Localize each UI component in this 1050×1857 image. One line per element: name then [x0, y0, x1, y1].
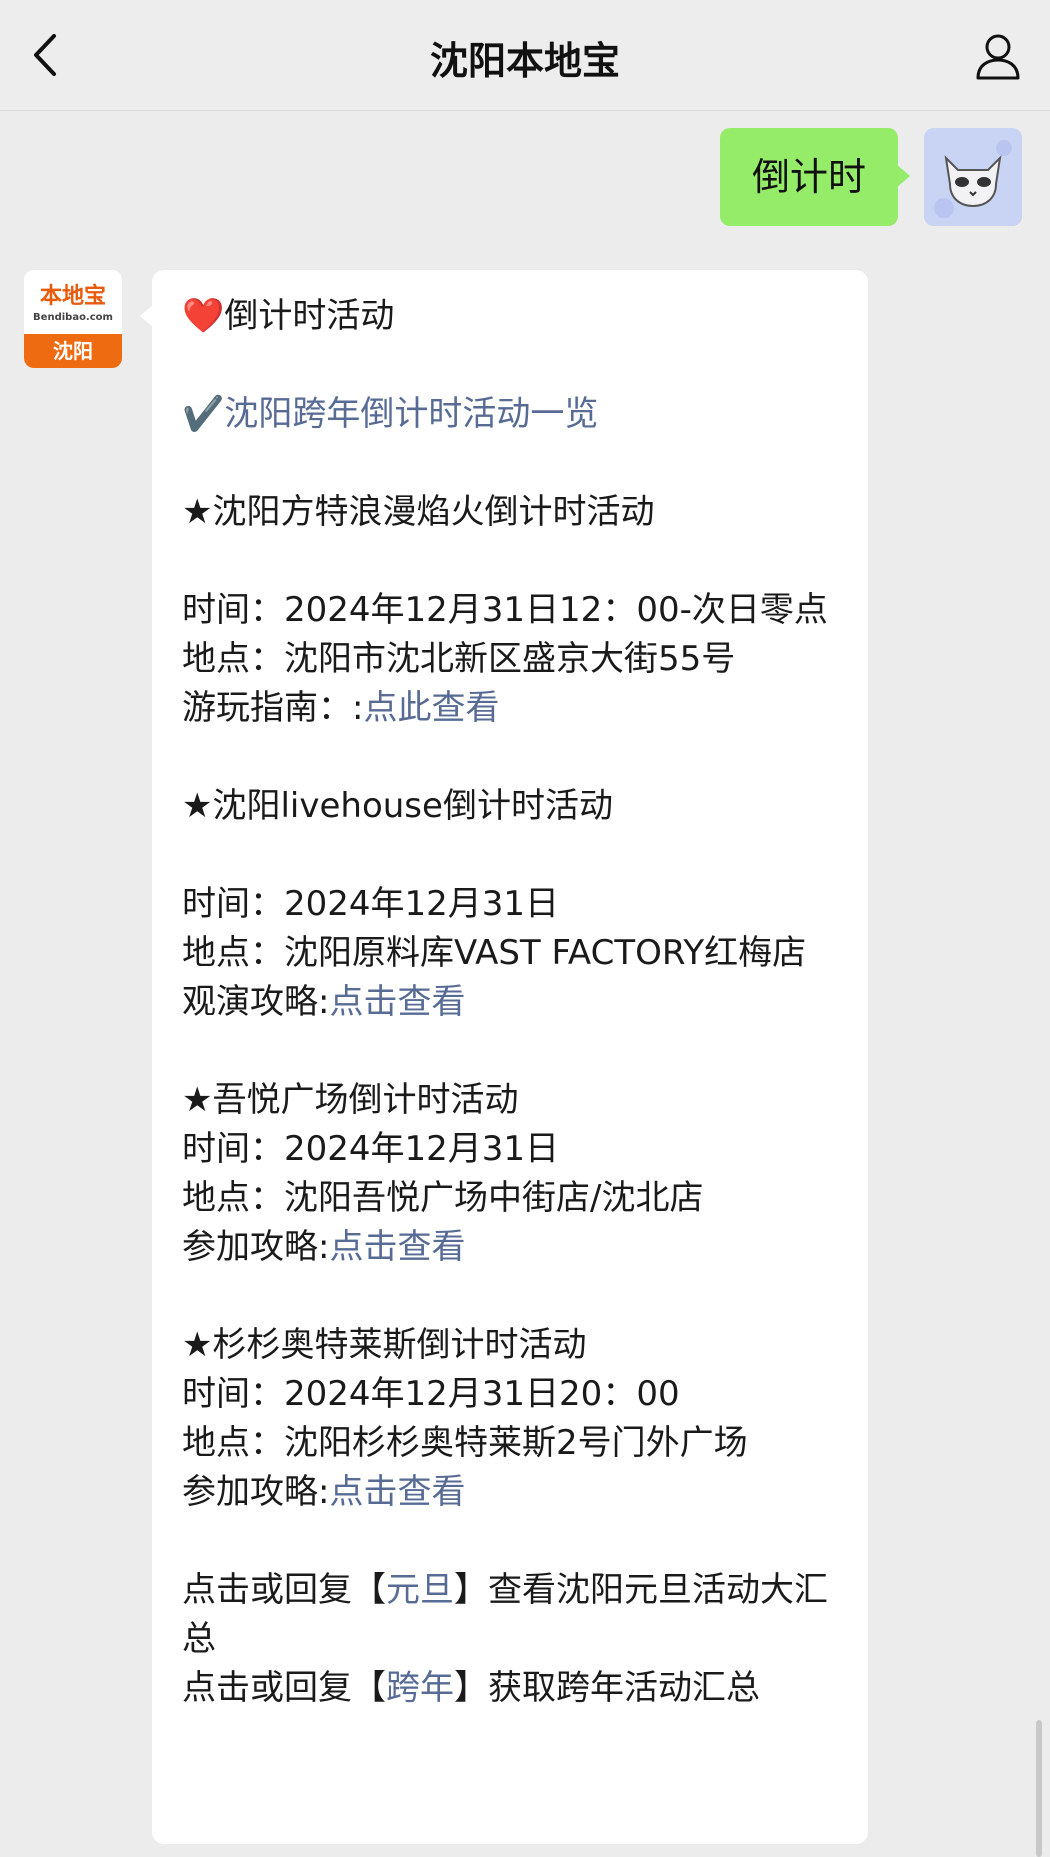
event-time: 时间：2024年12月31日: [182, 1129, 560, 1169]
event-title: ★杉杉奥特莱斯倒计时活动: [182, 1325, 587, 1365]
keyword-link-yuandan[interactable]: 元旦: [386, 1570, 454, 1610]
event-guide: 游玩指南：:点此查看: [182, 688, 500, 728]
heart-icon: ❤️: [182, 296, 225, 336]
event-title: ★吾悦广场倒计时活动: [182, 1080, 519, 1120]
page-title: 沈阳本地宝: [429, 39, 620, 83]
event-guide-link[interactable]: 点击查看: [329, 1472, 465, 1512]
bendibao-logo: 本地宝 Bendibao.com: [24, 270, 122, 334]
cat-avatar-icon: [924, 128, 1022, 226]
avatar-city-label: 沈阳: [24, 334, 122, 368]
event-guide: 观演攻略:点击查看: [182, 982, 466, 1022]
event-title: ★沈阳方特浪漫焰火倒计时活动: [182, 492, 655, 532]
event-time: 时间：2024年12月31日20：00: [182, 1374, 680, 1414]
overview-link[interactable]: 沈阳跨年倒计时活动一览: [224, 394, 598, 434]
footer-line-newyear: 点击或回复【元旦】查看沈阳元旦活动大汇总: [182, 1570, 828, 1659]
event-place: 地点：沈阳杉杉奥特莱斯2号门外广场: [182, 1423, 748, 1463]
profile-button[interactable]: [972, 30, 1024, 82]
event-guide: 参加攻略:点击查看: [182, 1227, 466, 1267]
event-time: 时间：2024年12月31日: [182, 884, 560, 924]
event-place: 地点：沈阳吾悦广场中街店/沈北店: [182, 1178, 704, 1218]
event-guide-link[interactable]: 点此查看: [363, 688, 499, 728]
check-icon: ✔️: [182, 394, 225, 434]
event-place: 地点：沈阳原料库VAST FACTORY红梅店: [182, 933, 807, 973]
user-avatar[interactable]: [924, 128, 1022, 226]
event-guide: 参加攻略:点击查看: [182, 1472, 466, 1512]
person-icon: [976, 34, 1020, 80]
event-place: 地点：沈阳市沈北新区盛京大街55号: [182, 639, 736, 679]
footer-line-kuanian: 点击或回复【跨年】获取跨年活动汇总: [182, 1668, 760, 1708]
keyword-link-kuanian[interactable]: 跨年: [386, 1668, 454, 1708]
outgoing-message-row: 倒计时: [682, 128, 1022, 228]
section-title: ❤️倒计时活动: [182, 296, 395, 336]
event-guide-link[interactable]: 点击查看: [329, 982, 465, 1022]
outgoing-message-bubble[interactable]: 倒计时: [719, 128, 911, 226]
event-title: ★沈阳livehouse倒计时活动: [182, 786, 613, 826]
nav-bar: 沈阳本地宝: [0, 0, 1050, 111]
official-account-avatar[interactable]: 本地宝 Bendibao.com 沈阳: [24, 270, 122, 368]
incoming-message-bubble: ❤️倒计时活动 ✔️沈阳跨年倒计时活动一览 ★沈阳方特浪漫焰火倒计时活动 时间：…: [140, 270, 868, 1844]
scrollbar[interactable]: [1036, 1720, 1042, 1857]
event-guide-link[interactable]: 点击查看: [329, 1227, 465, 1267]
overview-line: ✔️沈阳跨年倒计时活动一览: [182, 390, 838, 439]
event-time: 时间：2024年12月31日12：00-次日零点: [182, 590, 828, 630]
